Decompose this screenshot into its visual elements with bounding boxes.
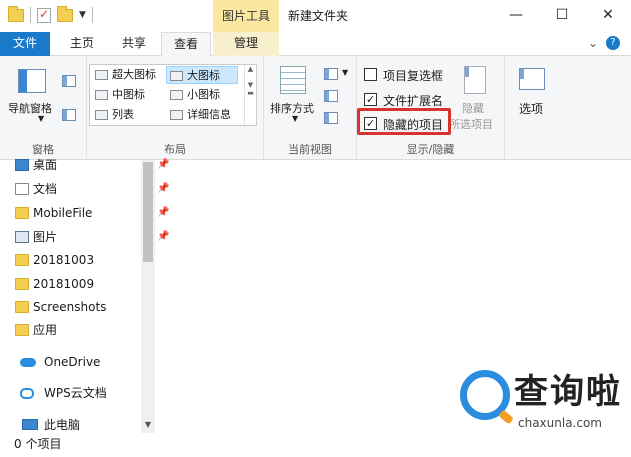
medium-icons-icon	[95, 90, 108, 100]
tab-manage[interactable]: 管理	[213, 32, 279, 56]
hide-selected-icon	[464, 66, 486, 94]
navigation-pane-icon	[18, 69, 46, 93]
picture-tools-context-label: 图片工具	[213, 0, 279, 32]
layout-large-icons[interactable]: 大图标	[166, 66, 238, 84]
new-folder-icon[interactable]	[57, 5, 73, 22]
toolbar-divider	[91, 7, 93, 23]
picture-icon	[15, 231, 29, 243]
group-by-icon[interactable]	[324, 68, 338, 80]
group-label: 显示/隐藏	[406, 143, 455, 156]
pin-icon: 📌	[157, 183, 170, 194]
tab-file[interactable]: 文件	[0, 32, 50, 56]
scrollbar-thumb[interactable]	[143, 162, 153, 262]
details-icon	[170, 110, 183, 120]
ribbon-tabs: 文件 主页 共享 查看 管理 ⌄ ?	[0, 32, 631, 57]
document-icon	[15, 183, 29, 195]
folder-icon	[15, 278, 29, 290]
watermark-url: chaxunla.com	[518, 416, 602, 430]
nav-item-screenshots[interactable]: Screenshots	[15, 296, 106, 318]
size-columns-icon[interactable]	[324, 112, 338, 124]
folder-icon	[15, 254, 29, 266]
nav-item-20181003[interactable]: 20181003	[15, 249, 94, 271]
quick-access-toolbar: ▼	[8, 5, 93, 23]
toolbar-divider	[30, 7, 31, 23]
file-extensions-checkbox[interactable]: ✓	[364, 93, 377, 106]
pin-icon: 📌	[157, 207, 170, 218]
properties-icon[interactable]	[37, 7, 51, 23]
pin-icon: 📌	[157, 159, 170, 170]
options-group: 选项	[505, 56, 559, 160]
nav-item-documents[interactable]: 文档 📌	[15, 178, 169, 200]
layout-list[interactable]: 列表	[92, 106, 134, 124]
watermark: 查询啦 chaxunla.com	[456, 362, 628, 434]
current-view-group: 排序方式 ▼ ▼ 当前视图	[264, 56, 357, 160]
chevron-down-icon: ▼	[342, 68, 349, 77]
layout-gallery-scroll[interactable]: ▲ ▼ ▬	[244, 65, 256, 125]
panes-group: 导航窗格 ▼ 窗格	[0, 56, 87, 160]
ribbon: 导航窗格 ▼ 窗格 超大图标 大图标 中图标 小图标 列表 详细信息 ▲ ▼ ▬…	[0, 56, 631, 160]
title-bar: ▼ 图片工具 新建文件夹 — ☐ ✕	[0, 0, 631, 32]
watermark-title: 查询啦	[514, 372, 622, 412]
pin-icon: 📌	[157, 231, 170, 242]
list-icon	[95, 110, 108, 120]
item-count: 0 个项目	[14, 437, 62, 451]
preview-pane-icon[interactable]	[62, 75, 76, 87]
nav-item-wps-cloud[interactable]: WPS云文档	[20, 382, 107, 404]
navigation-pane: 桌面 📌 文档 📌 MobileFile 📌 图片 📌 20181003 201…	[0, 158, 169, 433]
folder-icon	[15, 324, 29, 336]
layout-small-icons[interactable]: 小图标	[167, 86, 220, 104]
nav-item-desktop[interactable]: 桌面 📌	[15, 154, 169, 176]
folder-icon	[15, 207, 29, 219]
hide-selected-label-line1: 隐藏	[462, 102, 484, 115]
group-label: 布局	[164, 143, 186, 156]
details-pane-icon[interactable]	[62, 109, 76, 121]
small-icons-icon	[170, 90, 183, 100]
layout-group: 超大图标 大图标 中图标 小图标 列表 详细信息 ▲ ▼ ▬ 布局	[87, 56, 264, 160]
navigation-pane-label: 导航窗格	[8, 102, 52, 115]
folder-icon[interactable]	[8, 5, 24, 22]
nav-item-pictures[interactable]: 图片 📌	[15, 226, 169, 248]
help-icon[interactable]: ?	[606, 36, 620, 50]
collapse-ribbon-icon[interactable]: ⌄	[588, 36, 598, 50]
large-icons-icon	[170, 71, 183, 81]
nav-item-apps[interactable]: 应用	[15, 319, 57, 341]
maximize-button[interactable]: ☐	[539, 0, 585, 32]
customize-toolbar-icon[interactable]: ▼	[79, 10, 86, 20]
options-icon	[519, 68, 545, 90]
cloud-icon	[20, 388, 34, 399]
tab-share[interactable]: 共享	[112, 32, 156, 56]
minimize-button[interactable]: —	[493, 0, 539, 32]
chevron-down-icon: ▼	[292, 114, 299, 123]
status-bar: 0 个项目	[0, 433, 631, 457]
layout-gallery: 超大图标 大图标 中图标 小图标 列表 详细信息 ▲ ▼ ▬	[89, 64, 257, 126]
item-checkboxes-checkbox[interactable]	[364, 68, 377, 81]
file-extensions-label: 文件扩展名	[383, 94, 444, 108]
window-title: 新建文件夹	[288, 9, 349, 23]
tab-home[interactable]: 主页	[60, 32, 104, 56]
desktop-icon	[15, 159, 29, 171]
hidden-items-highlight	[357, 108, 451, 135]
tab-view[interactable]: 查看	[161, 32, 211, 57]
watermark-logo-icon	[460, 370, 510, 420]
layout-medium-icons[interactable]: 中图标	[92, 86, 145, 104]
cloud-icon	[20, 358, 36, 367]
folder-icon	[15, 301, 29, 313]
chevron-down-icon: ▼	[38, 114, 45, 123]
computer-icon	[22, 419, 38, 430]
layout-extra-large-icons[interactable]: 超大图标	[92, 66, 156, 84]
sort-by-icon[interactable]	[280, 66, 306, 94]
add-columns-icon[interactable]	[324, 90, 338, 102]
nav-item-mobilefile[interactable]: MobileFile 📌	[15, 202, 169, 224]
group-label: 当前视图	[288, 143, 332, 156]
options-label: 选项	[519, 102, 544, 116]
layout-details[interactable]: 详细信息	[167, 106, 231, 124]
extra-large-icons-icon	[95, 70, 108, 80]
nav-item-onedrive[interactable]: OneDrive	[20, 351, 100, 373]
close-button[interactable]: ✕	[585, 0, 631, 32]
hide-selected-label-line2: 所选项目	[449, 118, 493, 131]
nav-item-20181009[interactable]: 20181009	[15, 273, 94, 295]
nav-scrollbar[interactable]: ▼	[141, 160, 155, 433]
scroll-down-icon[interactable]: ▼	[141, 417, 155, 433]
item-checkboxes-label: 项目复选框	[383, 69, 444, 83]
